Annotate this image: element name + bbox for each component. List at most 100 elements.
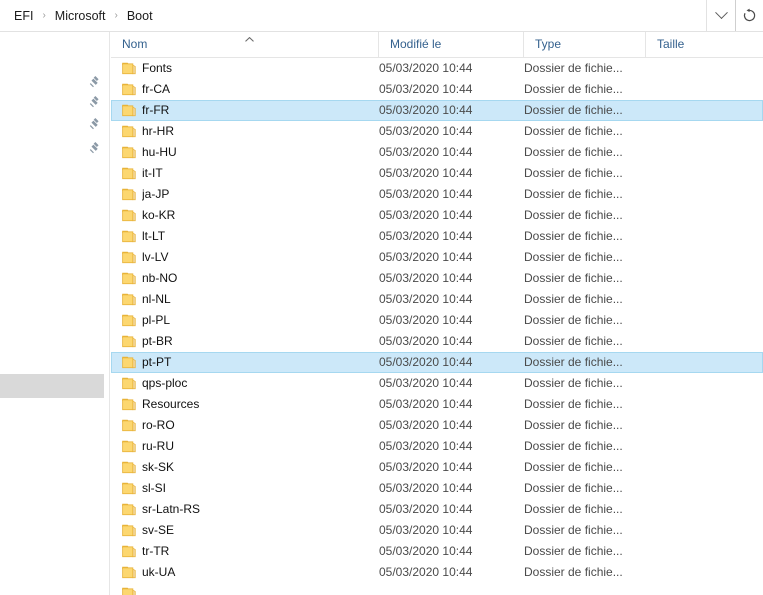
cell-name: lt-LT — [142, 229, 166, 243]
cell-date-modified: 05/03/2020 10:44 — [379, 418, 473, 432]
cell-name: nl-NL — [142, 292, 171, 306]
cell-size — [646, 311, 716, 330]
cell-size — [646, 374, 716, 393]
cell-size — [646, 353, 716, 372]
cell-name: sk-SK — [142, 460, 175, 474]
cell-name: pt-PT — [142, 355, 172, 369]
folder-icon — [122, 293, 136, 306]
folder-icon — [122, 356, 136, 369]
cell-size — [646, 101, 716, 120]
table-row[interactable]: lt-LT 05/03/2020 10:44 Dossier de fichie..… — [111, 226, 763, 247]
cell-type: Dossier de fichie... — [524, 292, 623, 306]
cell-name: fr-FR — [142, 103, 170, 117]
folder-icon — [122, 440, 136, 453]
cell-size — [646, 59, 716, 78]
table-row[interactable]: sr-Latn-RS 05/03/2020 10:44 Dossier de fic… — [111, 499, 763, 520]
pin-icon[interactable] — [88, 142, 101, 155]
cell-size — [646, 290, 716, 309]
refresh-button[interactable] — [735, 0, 763, 31]
folder-icon — [122, 398, 136, 411]
cell-name: sl-SI — [142, 481, 166, 495]
cell-name: ru-RU — [142, 439, 174, 453]
cell-name: nb-NO — [142, 271, 178, 285]
cell-date-modified: 05/03/2020 10:44 — [379, 565, 473, 579]
column-header-name-label: Nom — [122, 37, 148, 51]
column-header-name[interactable]: Nom — [111, 32, 378, 57]
breadcrumb-item[interactable]: EFI — [10, 6, 37, 26]
cell-name: ro-RO — [142, 418, 175, 432]
table-row[interactable]: Resources 05/03/2020 10:44 Dossier de fich… — [111, 394, 763, 415]
pin-icon[interactable] — [88, 118, 101, 131]
cell-size — [646, 122, 716, 141]
cell-size — [646, 227, 716, 246]
cell-size — [646, 269, 716, 288]
table-row[interactable]: Fonts 05/03/2020 10:44 Dossier de fichie..… — [111, 58, 763, 79]
cell-name: tr-TR — [142, 544, 170, 558]
cell-type: Dossier de fichie... — [524, 229, 623, 243]
folder-icon — [122, 482, 136, 495]
table-row[interactable]: fr-CA 05/03/2020 10:44 Dossier de fichie..… — [111, 79, 763, 100]
table-row[interactable]: ja-JP 05/03/2020 10:44 Dossier de fichie..… — [111, 184, 763, 205]
cell-type: Dossier de fichie... — [524, 376, 623, 390]
table-row[interactable]: sl-SI 05/03/2020 10:44 Dossier de fichie..… — [111, 478, 763, 499]
cell-date-modified: 05/03/2020 10:44 — [379, 166, 473, 180]
column-header-date[interactable]: Modifié le — [378, 32, 523, 57]
table-row[interactable]: uk-UA 05/03/2020 10:44 Dossier de fichie..… — [111, 562, 763, 583]
table-row[interactable]: pt-BR 05/03/2020 10:44 Dossier de fichie..… — [111, 331, 763, 352]
address-history-dropdown-button[interactable] — [706, 0, 735, 31]
cell-date-modified: 05/03/2020 10:44 — [379, 187, 473, 201]
table-row[interactable]: hr-HR 05/03/2020 10:44 Dossier de fichie..… — [111, 121, 763, 142]
breadcrumb[interactable]: EFI › Microsoft › Boot — [0, 0, 706, 31]
folder-icon — [122, 524, 136, 537]
table-row[interactable] — [111, 583, 763, 595]
cell-size — [646, 416, 716, 435]
cell-name: Resources — [142, 397, 200, 411]
refresh-icon — [743, 8, 756, 22]
table-row[interactable]: lv-LV 05/03/2020 10:44 Dossier de fichie..… — [111, 247, 763, 268]
cell-size — [646, 164, 716, 183]
folder-icon — [122, 314, 136, 327]
cell-date-modified: 05/03/2020 10:44 — [379, 397, 473, 411]
table-row[interactable]: ko-KR 05/03/2020 10:44 Dossier de fichie..… — [111, 205, 763, 226]
column-header-size[interactable]: Taille — [645, 32, 723, 57]
table-row[interactable]: nl-NL 05/03/2020 10:44 Dossier de fichie..… — [111, 289, 763, 310]
table-row[interactable]: ru-RU 05/03/2020 10:44 Dossier de fichie..… — [111, 436, 763, 457]
column-header-type[interactable]: Type — [523, 32, 645, 57]
table-row[interactable]: fr-FR 05/03/2020 10:44 Dossier de fichie..… — [111, 100, 763, 121]
table-row[interactable]: qps-ploc 05/03/2020 10:44 Dossier de fichi… — [111, 373, 763, 394]
folder-icon — [122, 146, 136, 159]
cell-type: Dossier de fichie... — [524, 313, 623, 327]
navigation-pane[interactable] — [0, 32, 110, 595]
table-row[interactable]: tr-TR 05/03/2020 10:44 Dossier de fichie..… — [111, 541, 763, 562]
cell-date-modified: 05/03/2020 10:44 — [379, 439, 473, 453]
address-bar[interactable]: EFI › Microsoft › Boot — [0, 0, 763, 32]
pin-icon[interactable] — [88, 76, 101, 89]
cell-type: Dossier de fichie... — [524, 565, 623, 579]
breadcrumb-item[interactable]: Microsoft — [51, 6, 110, 26]
pin-icon[interactable] — [88, 96, 101, 109]
cell-type: Dossier de fichie... — [524, 334, 623, 348]
file-list-pane[interactable]: Nom Modifié le Type Taille Fonts 05/03/20… — [111, 32, 763, 595]
table-row[interactable]: it-IT 05/03/2020 10:44 Dossier de fichie..… — [111, 163, 763, 184]
table-row[interactable]: pl-PL 05/03/2020 10:44 Dossier de fichie..… — [111, 310, 763, 331]
cell-date-modified: 05/03/2020 10:44 — [379, 145, 473, 159]
cell-type: Dossier de fichie... — [524, 124, 623, 138]
cell-date-modified: 05/03/2020 10:44 — [379, 61, 473, 75]
table-row[interactable]: hu-HU 05/03/2020 10:44 Dossier de fichie..… — [111, 142, 763, 163]
table-row[interactable]: sk-SK 05/03/2020 10:44 Dossier de fichie..… — [111, 457, 763, 478]
cell-type: Dossier de fichie... — [524, 460, 623, 474]
cell-size — [646, 332, 716, 351]
cell-type: Dossier de fichie... — [524, 439, 623, 453]
table-row[interactable]: nb-NO 05/03/2020 10:44 Dossier de fichie..… — [111, 268, 763, 289]
folder-icon — [122, 503, 136, 516]
breadcrumb-item[interactable]: Boot — [123, 6, 157, 26]
cell-size — [646, 395, 716, 414]
table-row[interactable]: sv-SE 05/03/2020 10:44 Dossier de fichie..… — [111, 520, 763, 541]
column-header-row[interactable]: Nom Modifié le Type Taille — [111, 32, 763, 58]
table-row[interactable]: pt-PT 05/03/2020 10:44 Dossier de fichie..… — [111, 352, 763, 373]
table-row[interactable]: ro-RO 05/03/2020 10:44 Dossier de fichie..… — [111, 415, 763, 436]
cell-type: Dossier de fichie... — [524, 166, 623, 180]
sort-ascending-icon — [245, 37, 254, 42]
file-list-rows[interactable]: Fonts 05/03/2020 10:44 Dossier de fichie..… — [111, 58, 763, 595]
cell-type: Dossier de fichie... — [524, 397, 623, 411]
